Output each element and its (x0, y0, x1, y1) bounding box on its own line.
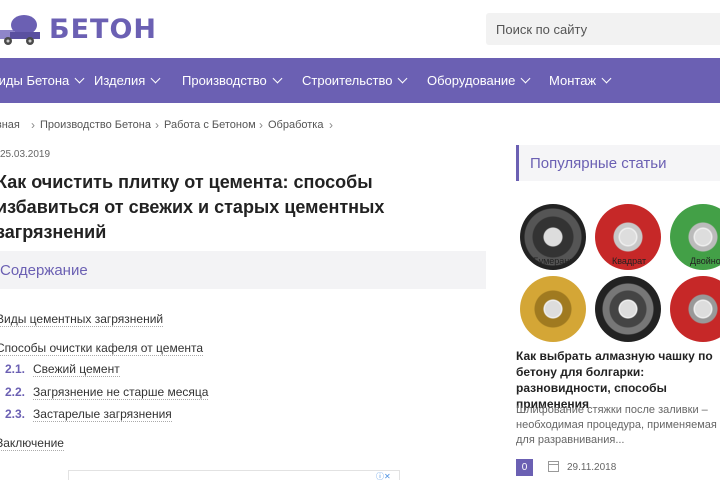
nav-item-construction[interactable]: Строительство (302, 58, 408, 103)
disc-hole (620, 229, 636, 245)
sidebar-heading-label: Популярные статьи (530, 154, 667, 172)
chevron-down-icon (520, 73, 531, 84)
breadcrumb-item[interactable]: Работа с Бетоном (164, 119, 256, 131)
breadcrumb-separator: › (259, 118, 263, 132)
nav-item-equipment[interactable]: Оборудование (427, 58, 531, 103)
disc-label: Двойной (690, 256, 720, 266)
breadcrumb-item[interactable]: Главная (0, 119, 20, 131)
nav-item-label: Изделия (94, 73, 146, 88)
toc-heading[interactable]: Содержание (0, 251, 486, 289)
toc-item-label: Виды цементных загрязнений (0, 312, 164, 327)
nav-item-concrete-types[interactable]: Виды Бетона (0, 58, 85, 103)
chevron-down-icon (398, 73, 408, 84)
grinding-disc-image[interactable] (520, 276, 586, 342)
site-header: БЕТОН Поиск по сайту (0, 0, 720, 58)
nav-item-label: Производство (182, 73, 267, 88)
page-title: Как очистить плитку от цемента: способы … (0, 172, 385, 242)
breadcrumb-separator: › (31, 118, 35, 132)
logo-text: БЕТОН (49, 13, 157, 45)
sidebar-post-description: Шлифование стяжки после заливки – необхо… (516, 404, 717, 446)
breadcrumb-separator: › (329, 118, 333, 132)
toc-heading-label: Содержание (0, 261, 88, 279)
breadcrumb-separator: › (155, 118, 159, 132)
toc-item[interactable]: 2.3. Застарелые загрязнения (5, 407, 172, 422)
toc-item[interactable]: 2.1. Свежий цемент (5, 362, 120, 377)
breadcrumb-item[interactable]: Обработка (268, 119, 323, 131)
sidebar-post-date: 29.11.2018 (567, 462, 617, 473)
nav-item-label: Виды Бетона (0, 73, 70, 88)
ad-info-icon[interactable]: ⓘ✕ (376, 471, 391, 482)
chevron-down-icon (601, 73, 612, 84)
concrete-mixer-icon (0, 15, 40, 45)
nav-item-production[interactable]: Производство (182, 58, 283, 103)
sidebar-heading: Популярные статьи (516, 145, 720, 181)
disc-hole (695, 229, 711, 245)
main-nav: Виды Бетона Изделия Производство Строите… (0, 58, 720, 103)
disc-hole (695, 301, 711, 317)
search-input[interactable]: Поиск по сайту (486, 13, 720, 45)
disc-hole (620, 301, 636, 317)
disc-hole (545, 229, 561, 245)
nav-item-installation[interactable]: Монтаж (549, 58, 612, 103)
chevron-down-icon (74, 73, 85, 84)
disc-label: Квадрат (612, 256, 647, 266)
toc-item-number: 2.1. (5, 362, 26, 376)
toc-item-label: Свежий цемент (33, 362, 120, 377)
toc-item[interactable]: Заключение (0, 436, 64, 451)
calendar-icon (548, 461, 559, 472)
article-date: 25.03.2019 (0, 149, 51, 160)
chevron-down-icon (272, 73, 283, 84)
toc-item-label: Застарелые загрязнения (33, 407, 172, 422)
comments-count-badge: 0 (516, 459, 533, 476)
site-logo[interactable]: БЕТОН (0, 12, 157, 46)
toc-item[interactable]: 2.2. Загрязнение не старше месяца (5, 385, 209, 400)
nav-item-label: Монтаж (549, 73, 597, 88)
grinding-disc-image[interactable] (670, 276, 720, 342)
disc-hole (545, 301, 561, 317)
toc-item[interactable]: Способы очистки кафеля от цемента (0, 341, 204, 356)
breadcrumb-item[interactable]: Производство Бетона (40, 119, 151, 131)
nav-item-label: Оборудование (427, 73, 516, 88)
disc-label: Бумеранг (533, 256, 573, 266)
grinding-disc-image[interactable] (595, 276, 661, 342)
nav-item-products[interactable]: Изделия (94, 58, 161, 103)
toc-item-label: Заключение (0, 436, 64, 451)
chevron-down-icon (150, 73, 161, 84)
toc-item-number: 2.2. (5, 385, 26, 399)
toc-item-label: Загрязнение не старше месяца (33, 385, 209, 400)
nav-item-label: Строительство (302, 73, 393, 88)
toc-item-label: Способы очистки кафеля от цемента (0, 341, 204, 356)
ad-banner[interactable] (68, 470, 400, 480)
toc-item-number: 2.3. (5, 407, 26, 421)
toc-item[interactable]: Виды цементных загрязнений (0, 312, 164, 327)
